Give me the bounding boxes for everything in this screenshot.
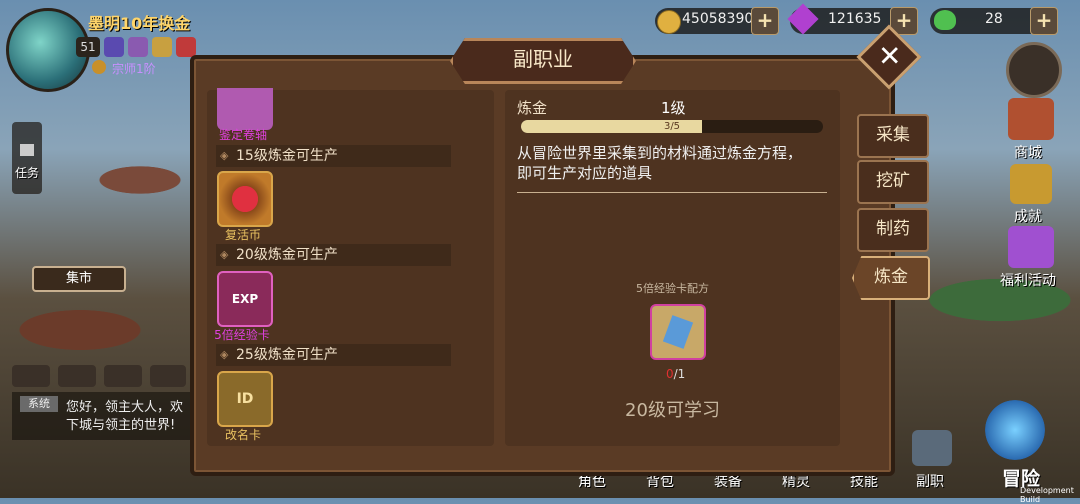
green-heart-icon <box>934 10 956 30</box>
skill-level: 1级 <box>661 99 686 117</box>
settings-gear-icon[interactable] <box>150 365 186 387</box>
item-identify-scroll: 鉴定卷轴 <box>218 128 267 142</box>
friends-icon[interactable] <box>104 365 142 387</box>
identify-scroll-icon[interactable] <box>217 88 273 130</box>
build-label: Development Build <box>1020 486 1074 504</box>
revive-coin-icon[interactable] <box>217 171 273 227</box>
rename-card-icon[interactable]: ID <box>217 371 273 427</box>
section-level-20: 20级炼金可生产 <box>216 244 451 266</box>
rank-badge-icon[interactable] <box>128 37 148 57</box>
task-label: 任务 <box>14 166 39 180</box>
compass-icon[interactable] <box>1006 42 1062 98</box>
chat-bubble-icon[interactable] <box>12 365 50 387</box>
mail-icon[interactable] <box>58 365 96 387</box>
skill-description-2: 即可生产对应的道具 <box>517 164 653 182</box>
skill-description-1: 从冒险世界里采集到的材料通过炼金方程， <box>517 144 803 162</box>
skill-progress-text: 3/5 <box>663 121 681 132</box>
gem-value: 121635 <box>828 11 882 27</box>
exp-card-recipe-icon[interactable] <box>650 304 706 360</box>
sub-job-icon[interactable] <box>912 430 952 466</box>
crown-badge-icon[interactable] <box>152 37 172 57</box>
chat-channel: 系统 <box>20 396 58 412</box>
player-level: 51 <box>76 37 100 57</box>
achievement-trophy-icon[interactable] <box>1010 164 1052 204</box>
item-revive-coin: 复活币 <box>224 228 261 242</box>
recipe-count-need: /1 <box>673 367 686 381</box>
item-rename-card: 改名卡 <box>224 428 261 442</box>
gold-value: 45058390 <box>682 11 754 27</box>
crystal-icon <box>662 315 694 349</box>
close-icon: ✕ <box>877 39 902 73</box>
tab-pharmacy[interactable]: 制药 <box>857 208 929 252</box>
player-rank: 宗师1阶 <box>112 62 156 76</box>
item-exp-card: 5倍经验卡 <box>214 328 270 342</box>
recipe-count-have: 0 <box>666 367 674 381</box>
recipe-title: 5倍经验卡配方 <box>636 282 709 295</box>
tab-mining[interactable]: 挖矿 <box>857 160 929 204</box>
panel-title: 副职业 <box>450 38 636 84</box>
task-icon <box>20 144 34 156</box>
shop-icon[interactable] <box>1008 98 1054 140</box>
task-button[interactable]: 任务 <box>12 122 42 194</box>
menu-sub-job[interactable]: 副职 <box>916 471 944 491</box>
welfare-label[interactable]: 福利活动 <box>1000 270 1056 290</box>
achievement-label[interactable]: 成就 <box>1014 206 1042 226</box>
vip-badge-icon[interactable] <box>104 37 124 57</box>
add-gold-button[interactable]: + <box>751 7 779 35</box>
learn-hint: 20级可学习 <box>625 400 720 421</box>
add-stamina-button[interactable]: + <box>1030 7 1058 35</box>
section-level-25: 25级炼金可生产 <box>216 344 451 366</box>
stamina-value: 28 <box>985 11 1003 27</box>
shop-label[interactable]: 商城 <box>1014 142 1042 162</box>
skill-name: 炼金 <box>517 99 548 117</box>
market-sign[interactable]: 集市 <box>32 266 126 292</box>
tab-gathering[interactable]: 采集 <box>857 114 929 158</box>
rank-icon <box>92 60 106 74</box>
tab-alchemy[interactable]: 炼金 <box>852 256 930 300</box>
chat-line-1: 您好，领主大人，欢 <box>66 400 184 415</box>
player-name: 墨明10年换金 <box>88 14 191 33</box>
heart-badge-icon[interactable] <box>176 37 196 57</box>
section-level-15: 15级炼金可生产 <box>216 145 451 167</box>
chat-line-2: 下城与领主的世界! <box>66 418 176 433</box>
recipe-count: 0/1 <box>666 367 685 381</box>
exp-card-icon[interactable]: EXP <box>217 271 273 327</box>
gift-box-icon[interactable] <box>1008 226 1054 268</box>
adventure-portal-icon[interactable] <box>985 400 1045 460</box>
divider <box>517 192 827 193</box>
gold-coin-icon <box>657 10 681 34</box>
